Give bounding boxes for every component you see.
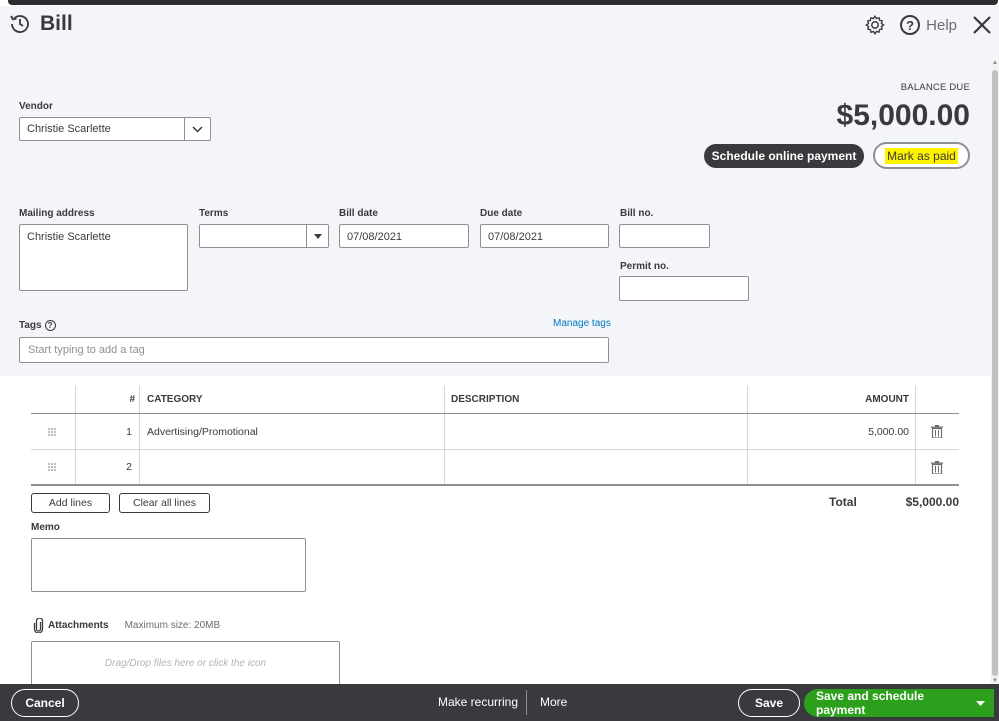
- tags-label: Tags: [19, 320, 42, 331]
- row-category[interactable]: Advertising/Promotional: [147, 414, 258, 449]
- footer-divider: [526, 690, 527, 715]
- attachments-max-size: Maximum size: 20MB: [124, 620, 221, 631]
- cancel-button[interactable]: Cancel: [11, 689, 79, 717]
- bill-no-label: Bill no.: [620, 208, 654, 219]
- memo-label: Memo: [31, 522, 60, 533]
- bill-no-field[interactable]: [619, 224, 710, 248]
- vendor-value: Christie Scarlette: [27, 123, 111, 135]
- mark-as-paid-button[interactable]: Mark as paid: [873, 142, 970, 169]
- scrollbar[interactable]: ▲ ▼: [991, 60, 999, 684]
- permit-no-label: Permit no.: [620, 261, 669, 272]
- category-details-table: # CATEGORY DESCRIPTION AMOUNT 1 Advertis…: [31, 386, 959, 486]
- tags-help-icon[interactable]: ?: [44, 320, 56, 331]
- help-button[interactable]: ? Help: [900, 15, 957, 35]
- permit-no-field[interactable]: [619, 276, 749, 301]
- terms-label: Terms: [199, 208, 229, 219]
- attachments-label: Attachments: [48, 620, 109, 631]
- add-lines-button[interactable]: Add lines: [31, 493, 110, 513]
- help-icon: ?: [900, 15, 921, 35]
- save-button[interactable]: Save: [738, 689, 800, 717]
- attachments-dropzone[interactable]: Drag/Drop files here or click the icon: [31, 641, 340, 686]
- terms-value: [200, 225, 306, 247]
- total-value: $5,000.00: [905, 495, 959, 509]
- paperclip-icon[interactable]: [33, 618, 44, 633]
- page-title: Bill: [40, 12, 73, 35]
- row-amount[interactable]: 5,000.00: [747, 414, 909, 449]
- more-link[interactable]: More: [540, 695, 567, 709]
- schedule-online-payment-button[interactable]: Schedule online payment: [704, 144, 864, 168]
- vendor-label: Vendor: [19, 101, 53, 112]
- mark-as-paid-label: Mark as paid: [885, 147, 958, 164]
- tags-label-group: Tags ?: [19, 320, 56, 331]
- bill-date-field[interactable]: 07/08/2021: [339, 224, 469, 248]
- balance-due-amount: $5,000.00: [836, 99, 970, 132]
- scrollbar-thumb[interactable]: [992, 70, 998, 676]
- scroll-up-icon[interactable]: ▲: [992, 60, 998, 66]
- vendor-select[interactable]: Christie Scarlette: [19, 117, 211, 141]
- drag-handle-icon[interactable]: [47, 414, 57, 449]
- footer-bar: Cancel Make recurring More Save Save and…: [0, 684, 999, 721]
- trash-icon[interactable]: [931, 450, 943, 484]
- top-actions: ? Help: [864, 14, 993, 36]
- mailing-address-label: Mailing address: [19, 208, 95, 219]
- history-icon[interactable]: [8, 12, 32, 36]
- bill-date-label: Bill date: [339, 208, 378, 219]
- memo-field[interactable]: [31, 538, 306, 592]
- header-category: CATEGORY: [147, 394, 203, 405]
- save-and-schedule-label: Save and schedule payment: [816, 689, 925, 717]
- row-num: 1: [126, 425, 132, 438]
- bill-header-panel: [0, 6, 999, 376]
- attachments-row: Attachments Maximum size: 20MB: [33, 618, 220, 633]
- tags-input[interactable]: Start typing to add a tag: [19, 337, 609, 363]
- chevron-down-icon[interactable]: [184, 118, 210, 140]
- caret-down-icon[interactable]: [966, 689, 994, 717]
- mailing-address-field[interactable]: Christie Scarlette: [19, 224, 188, 291]
- gear-icon[interactable]: [864, 14, 886, 36]
- drag-handle-icon[interactable]: [47, 450, 57, 484]
- title-row: Bill: [8, 12, 73, 36]
- terms-select[interactable]: [199, 224, 329, 248]
- table-row[interactable]: 1 Advertising/Promotional 5,000.00: [31, 414, 959, 450]
- table-row[interactable]: 2: [31, 450, 959, 486]
- due-date-label: Due date: [480, 208, 523, 219]
- clear-all-lines-button[interactable]: Clear all lines: [119, 493, 210, 513]
- header-description: DESCRIPTION: [451, 394, 520, 405]
- close-icon[interactable]: [971, 14, 993, 36]
- header-amount: AMOUNT: [865, 394, 909, 405]
- manage-tags-link[interactable]: Manage tags: [553, 318, 611, 329]
- total-label: Total: [829, 495, 857, 509]
- make-recurring-link[interactable]: Make recurring: [438, 695, 518, 709]
- header-num: #: [129, 394, 135, 405]
- trash-icon[interactable]: [931, 414, 943, 449]
- row-num: 2: [126, 461, 132, 473]
- save-and-schedule-button[interactable]: Save and schedule payment: [804, 689, 994, 717]
- row-amount[interactable]: [747, 450, 909, 484]
- balance-due-label: BALANCE DUE: [900, 82, 970, 93]
- help-label: Help: [926, 16, 957, 34]
- caret-down-icon[interactable]: [306, 225, 328, 247]
- table-header: # CATEGORY DESCRIPTION AMOUNT: [31, 386, 959, 414]
- due-date-field[interactable]: 07/08/2021: [480, 224, 609, 248]
